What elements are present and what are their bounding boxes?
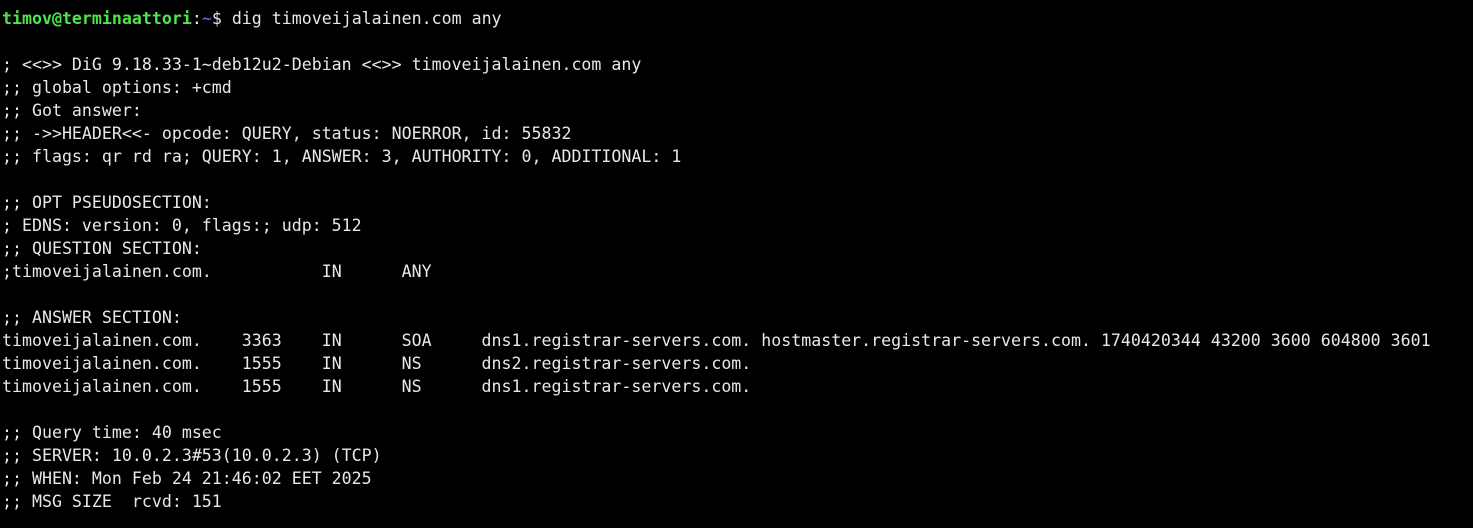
output-line: ;; OPT PSEUDOSECTION: <box>2 193 212 212</box>
output-line: ;; QUESTION SECTION: <box>2 239 202 258</box>
prompt-path: ~ <box>201 9 212 28</box>
output-line: ;; ->>HEADER<<- opcode: QUERY, status: N… <box>2 124 572 143</box>
output-line: ;; Query time: 40 msec <box>2 423 222 442</box>
prompt-user-host: timov@terminaattori <box>2 9 192 28</box>
output-line: timoveijalainen.com. 1555 IN NS dns1.reg… <box>2 377 752 396</box>
output-line: ;; WHEN: Mon Feb 24 21:46:02 EET 2025 <box>2 469 372 488</box>
output-line: timoveijalainen.com. 1555 IN NS dns2.reg… <box>2 354 752 373</box>
prompt-line: timov@terminaattori:~$ dig timoveijalain… <box>2 7 1473 30</box>
prompt-command: dig timoveijalainen.com any <box>231 9 502 28</box>
output-line: ;; flags: qr rd ra; QUERY: 1, ANSWER: 3,… <box>2 147 682 166</box>
output-line: ; <<>> DiG 9.18.33-1~deb12u2-Debian <<>>… <box>2 55 642 74</box>
output-line: ;; SERVER: 10.0.2.3#53(10.0.2.3) (TCP) <box>2 446 382 465</box>
output-line: ;timoveijalainen.com. IN ANY <box>2 262 432 281</box>
output-line: ;; global options: +cmd <box>2 78 232 97</box>
output-line: ;; ANSWER SECTION: <box>2 308 182 327</box>
prompt-symbol: $ <box>211 9 232 28</box>
prompt-colon: : <box>191 9 202 28</box>
output-line: ;; MSG SIZE rcvd: 151 <box>2 492 222 511</box>
output-line: ;; Got answer: <box>2 101 142 120</box>
output-line: timoveijalainen.com. 3363 IN SOA dns1.re… <box>2 331 1431 350</box>
terminal-window[interactable]: timov@terminaattori:~$ dig timoveijalain… <box>0 0 1473 513</box>
output-line: ; EDNS: version: 0, flags:; udp: 512 <box>2 216 362 235</box>
command-output: ; <<>> DiG 9.18.33-1~deb12u2-Debian <<>>… <box>2 30 1473 513</box>
